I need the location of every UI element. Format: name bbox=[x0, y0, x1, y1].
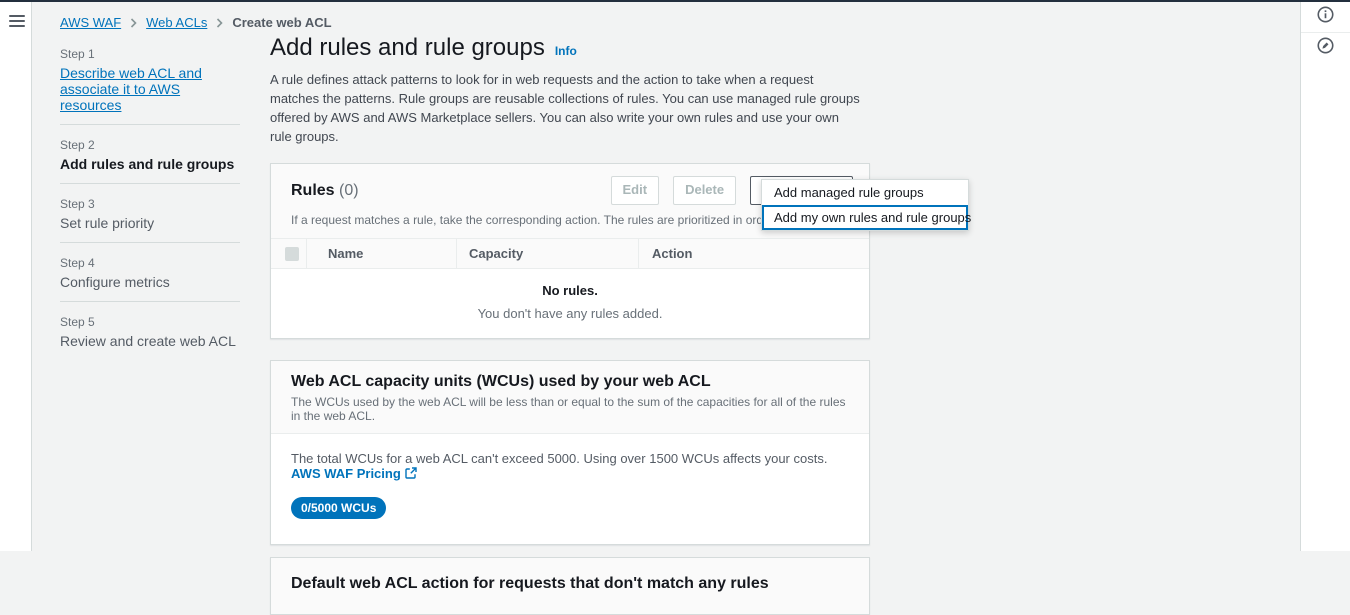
page-description: A rule defines attack patterns to look f… bbox=[270, 72, 860, 144]
breadcrumb-link-web-acls[interactable]: Web ACLs bbox=[146, 15, 207, 30]
hamburger-menu-icon[interactable] bbox=[9, 15, 25, 28]
wizard-steps-nav: Step 1 Describe web ACL and associate it… bbox=[60, 47, 240, 349]
rules-empty-state: No rules. You don't have any rules added… bbox=[271, 269, 869, 338]
wizard-step-4-title: Configure metrics bbox=[60, 274, 170, 290]
pencil-icon bbox=[1317, 37, 1334, 59]
page-title: Add rules and rule groups bbox=[270, 34, 545, 61]
column-header-name: Name bbox=[306, 239, 456, 268]
wcu-usage-badge: 0/5000 WCUs bbox=[291, 497, 387, 519]
step-number-label: Step 2 bbox=[60, 138, 95, 152]
info-link[interactable]: Info bbox=[555, 44, 577, 58]
wizard-step-1-link[interactable]: Describe web ACL and associate it to AWS… bbox=[60, 65, 240, 113]
select-all-checkbox[interactable] bbox=[285, 246, 299, 261]
step-divider bbox=[60, 124, 240, 125]
menu-item-add-managed-rule-groups[interactable]: Add managed rule groups bbox=[762, 180, 968, 205]
feedback-panel-button[interactable] bbox=[1301, 33, 1350, 63]
column-header-action: Action bbox=[638, 239, 869, 268]
menu-item-add-my-own-rules[interactable]: Add my own rules and rule groups bbox=[762, 205, 971, 230]
breadcrumb-link-aws-waf[interactable]: AWS WAF bbox=[60, 15, 121, 30]
external-link-icon bbox=[405, 467, 417, 482]
wcu-panel: Web ACL capacity units (WCUs) used by yo… bbox=[270, 360, 870, 545]
edit-button[interactable]: Edit bbox=[610, 176, 660, 205]
default-action-panel-title: Default web ACL action for requests that… bbox=[291, 575, 769, 592]
wcu-limit-text: The total WCUs for a web ACL can't excee… bbox=[291, 451, 828, 481]
step-number-label: Step 1 bbox=[60, 47, 95, 61]
right-tools-rail bbox=[1300, 2, 1350, 551]
step-number-label: Step 3 bbox=[60, 197, 95, 211]
empty-state-title: No rules. bbox=[542, 283, 598, 298]
wizard-step-4: Step 4 Configure metrics bbox=[60, 256, 240, 290]
chevron-right-icon bbox=[216, 17, 223, 28]
wcu-panel-header: Web ACL capacity units (WCUs) used by yo… bbox=[271, 361, 869, 434]
info-panel-button[interactable] bbox=[1301, 2, 1350, 32]
rules-table-header: Name Capacity Action bbox=[271, 239, 869, 269]
empty-state-message: You don't have any rules added. bbox=[477, 306, 663, 321]
wcu-panel-description: The WCUs used by the web ACL will be les… bbox=[291, 395, 846, 423]
rules-count: (0) bbox=[339, 181, 359, 199]
wizard-step-5: Step 5 Review and create web ACL bbox=[60, 315, 240, 349]
rules-panel-title: Rules (0) bbox=[291, 181, 359, 199]
wcu-panel-title: Web ACL capacity units (WCUs) used by yo… bbox=[291, 373, 711, 390]
top-nav-edge bbox=[0, 0, 1350, 2]
wizard-step-1: Step 1 Describe web ACL and associate it… bbox=[60, 47, 240, 113]
step-divider bbox=[60, 301, 240, 302]
aws-waf-pricing-link[interactable]: AWS WAF Pricing bbox=[291, 466, 417, 481]
step-number-label: Step 5 bbox=[60, 315, 95, 329]
step-divider bbox=[60, 242, 240, 243]
wizard-step-2-title: Add rules and rule groups bbox=[60, 156, 235, 172]
step-divider bbox=[60, 183, 240, 184]
wizard-step-3-title: Set rule priority bbox=[60, 215, 155, 231]
aws-waf-create-web-acl-page: AWS WAF Web ACLs Create web ACL Step 1 D… bbox=[0, 0, 1350, 615]
info-icon bbox=[1317, 6, 1334, 28]
wcu-panel-body: The total WCUs for a web ACL can't excee… bbox=[271, 434, 869, 544]
column-header-capacity: Capacity bbox=[456, 239, 638, 268]
wizard-step-2: Step 2 Add rules and rule groups bbox=[60, 138, 240, 172]
add-rules-dropdown-menu: Add managed rule groups Add my own rules… bbox=[761, 179, 971, 231]
delete-button[interactable]: Delete bbox=[673, 176, 737, 205]
default-action-panel: Default web ACL action for requests that… bbox=[270, 557, 870, 615]
chevron-right-icon bbox=[130, 17, 137, 28]
default-action-panel-header: Default web ACL action for requests that… bbox=[271, 558, 869, 614]
wizard-step-5-title: Review and create web ACL bbox=[60, 333, 236, 349]
step-number-label: Step 4 bbox=[60, 256, 95, 270]
wizard-step-3: Step 3 Set rule priority bbox=[60, 197, 240, 231]
main-content: Add rules and rule groups Info A rule de… bbox=[270, 0, 870, 615]
left-nav-rail bbox=[0, 2, 32, 551]
